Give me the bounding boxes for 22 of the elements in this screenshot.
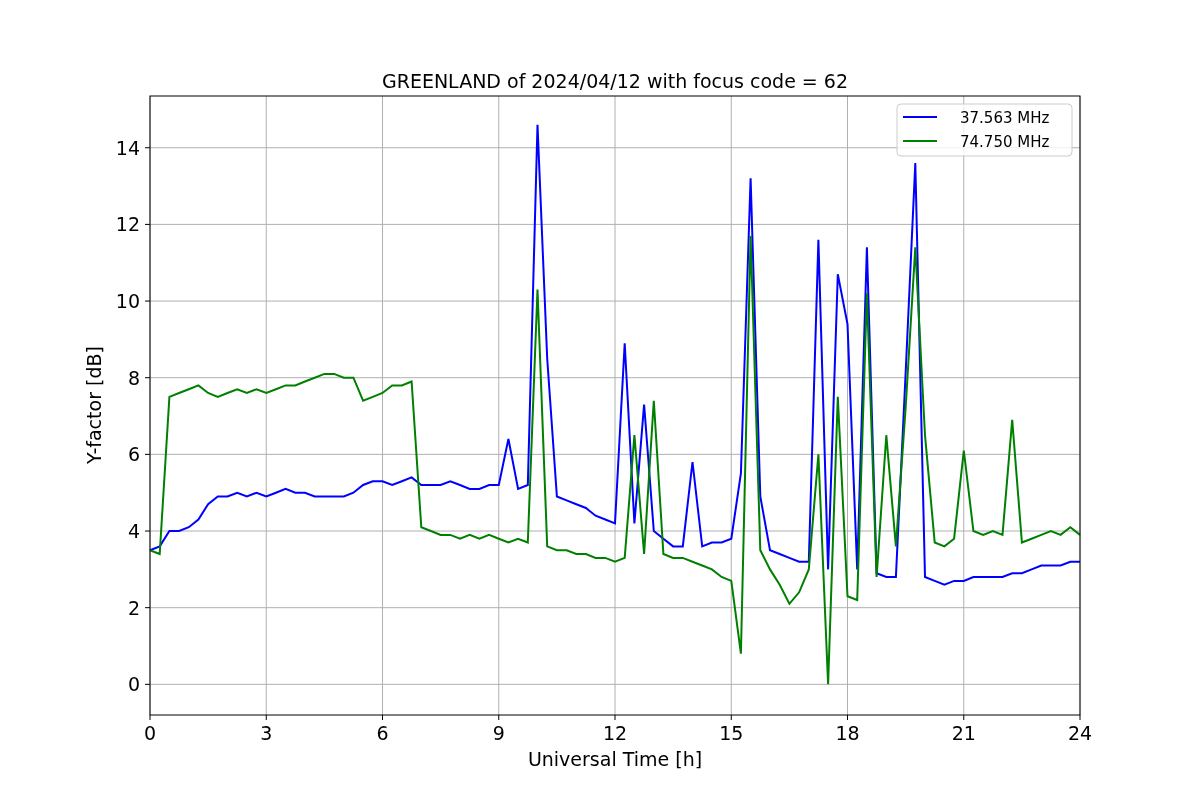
- y-tick-label: 14: [115, 136, 140, 159]
- y-tick-label: 4: [127, 520, 140, 542]
- x-tick-label: 9: [492, 722, 505, 744]
- x-tick-label: 12: [602, 722, 628, 744]
- x-tick-label: 24: [1067, 722, 1093, 744]
- x-tick-label: 18: [835, 722, 860, 744]
- y-tick-label: 12: [115, 213, 140, 236]
- x-tick-label: 21: [951, 722, 976, 744]
- x-tick-label: 3: [260, 722, 273, 744]
- y-axis-label: Y-factor [dB]: [83, 346, 105, 464]
- legend-label: 74.750 MHz: [960, 133, 1050, 151]
- y-tick-label: 10: [115, 290, 140, 313]
- x-tick-label: 0: [143, 722, 157, 744]
- chart-title: GREENLAND of 2024/04/12 with focus code = 62: [382, 70, 848, 92]
- y-tick-label: 8: [127, 366, 140, 389]
- x-tick-label: 15: [719, 722, 744, 744]
- x-tick-label: 6: [376, 722, 389, 744]
- x-axis-label: Universal Time [h]: [527, 748, 703, 770]
- y-tick-label: 0: [127, 673, 140, 696]
- legend-label: 37.563 MHz: [960, 109, 1050, 127]
- y-tick-label: 2: [127, 596, 140, 619]
- y-tick-label: 6: [127, 443, 140, 466]
